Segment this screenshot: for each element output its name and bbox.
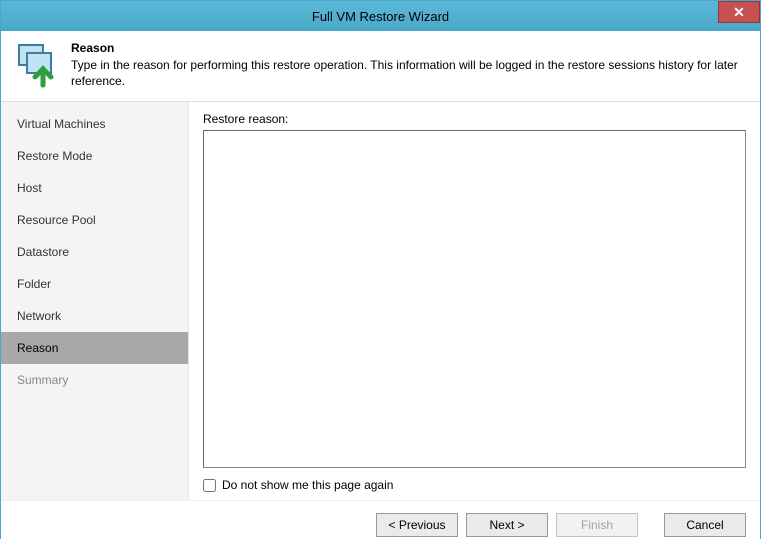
wizard-steps-sidebar: Virtual MachinesRestore ModeHostResource… bbox=[1, 102, 189, 500]
next-button[interactable]: Next > bbox=[466, 513, 548, 537]
sidebar-item-folder[interactable]: Folder bbox=[1, 268, 188, 300]
sidebar-item-host[interactable]: Host bbox=[1, 172, 188, 204]
restore-reason-input[interactable] bbox=[203, 130, 746, 468]
sidebar-item-virtual-machines[interactable]: Virtual Machines bbox=[1, 108, 188, 140]
titlebar: Full VM Restore Wizard ✕ bbox=[1, 1, 760, 31]
cancel-button[interactable]: Cancel bbox=[664, 513, 746, 537]
header-description: Type in the reason for performing this r… bbox=[71, 57, 748, 89]
wizard-footer: < Previous Next > Finish Cancel bbox=[1, 500, 760, 548]
window-title: Full VM Restore Wizard bbox=[312, 9, 449, 24]
header-title: Reason bbox=[71, 41, 748, 55]
sidebar-item-network[interactable]: Network bbox=[1, 300, 188, 332]
restore-icon bbox=[13, 41, 61, 89]
sidebar-item-restore-mode[interactable]: Restore Mode bbox=[1, 140, 188, 172]
sidebar-item-datastore[interactable]: Datastore bbox=[1, 236, 188, 268]
sidebar-item-resource-pool[interactable]: Resource Pool bbox=[1, 204, 188, 236]
sidebar-item-reason[interactable]: Reason bbox=[1, 332, 188, 364]
wizard-body: Virtual MachinesRestore ModeHostResource… bbox=[1, 102, 760, 500]
previous-button[interactable]: < Previous bbox=[376, 513, 458, 537]
close-icon: ✕ bbox=[733, 4, 745, 21]
close-button[interactable]: ✕ bbox=[718, 1, 760, 23]
finish-button[interactable]: Finish bbox=[556, 513, 638, 537]
sidebar-item-summary[interactable]: Summary bbox=[1, 364, 188, 396]
dont-show-again-checkbox[interactable] bbox=[203, 479, 216, 492]
restore-reason-label: Restore reason: bbox=[203, 112, 746, 126]
wizard-main-panel: Restore reason: Do not show me this page… bbox=[189, 102, 760, 500]
wizard-header: Reason Type in the reason for performing… bbox=[1, 31, 760, 102]
dont-show-again-label: Do not show me this page again bbox=[222, 478, 393, 492]
dont-show-again-row[interactable]: Do not show me this page again bbox=[203, 478, 746, 492]
